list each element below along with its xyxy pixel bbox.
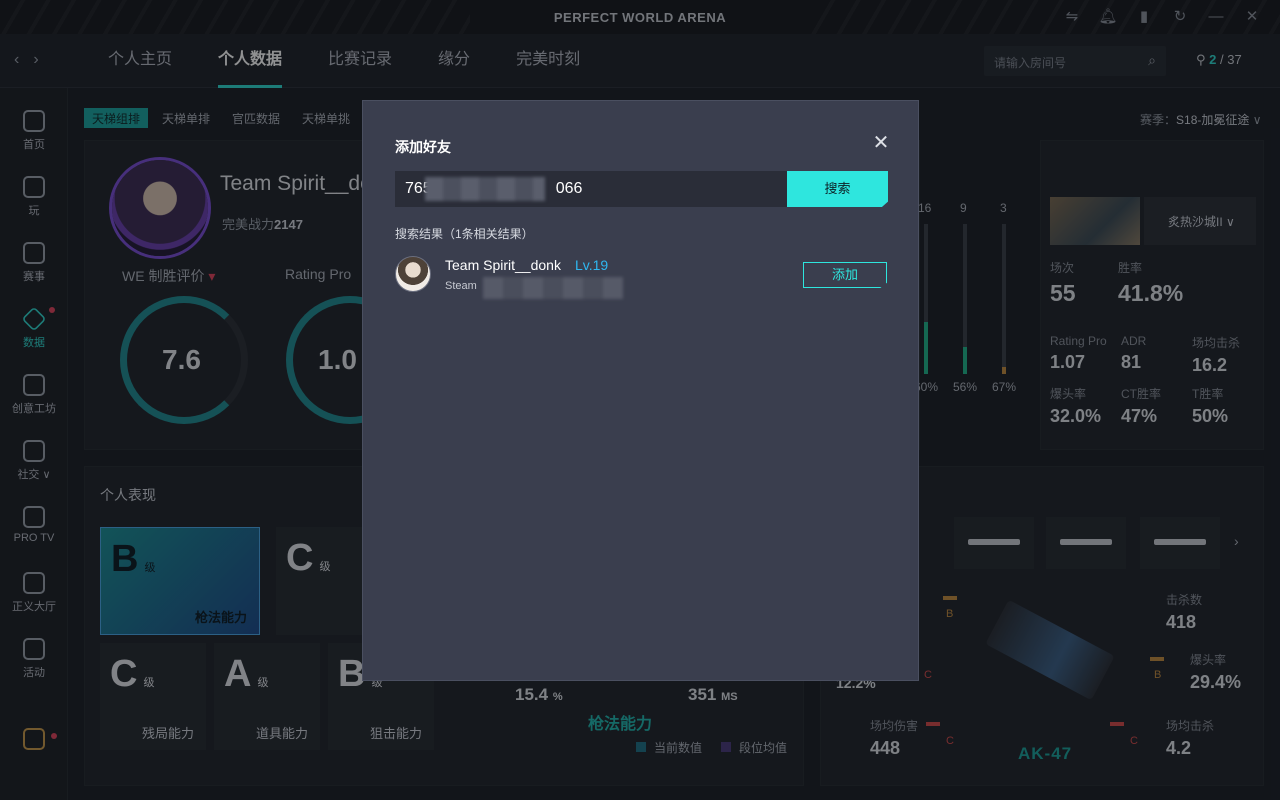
result-level-badge: Lv.19 [575, 257, 609, 273]
result-avatar [395, 256, 431, 292]
dialog-title: 添加好友 [395, 139, 451, 155]
add-friend-dialog: 添加好友 ✕ 765 066 搜索 搜索结果（1条相关结果） Team Spiri… [362, 100, 919, 681]
result-player-name: Team Spirit__donk [445, 257, 561, 273]
redacted-steam-id [483, 277, 623, 299]
input-value-end: 066 [555, 180, 583, 197]
search-button[interactable]: 搜索 [787, 171, 888, 207]
search-result-header: 搜索结果（1条相关结果） [395, 227, 534, 241]
add-friend-button[interactable]: 添加 [803, 262, 887, 288]
redacted-mask [425, 177, 545, 201]
close-icon[interactable]: ✕ [871, 133, 891, 153]
result-platform: Steam [445, 280, 477, 292]
